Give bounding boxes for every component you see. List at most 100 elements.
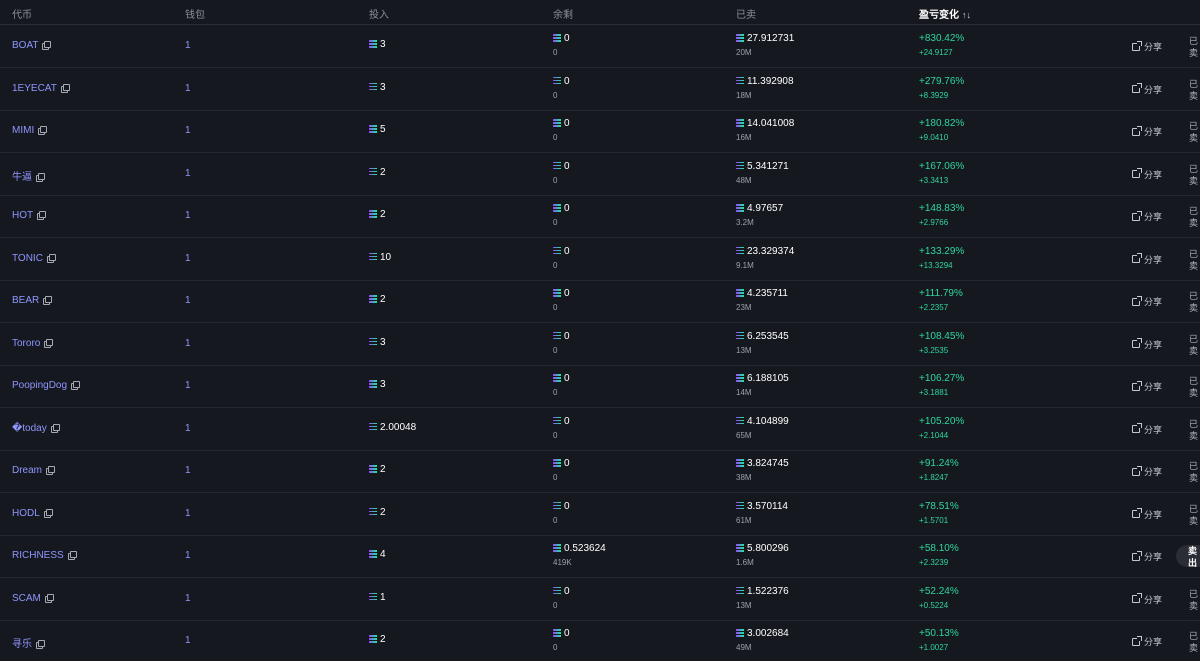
token-name[interactable]: Dream	[12, 465, 42, 476]
table-row[interactable]: BEAR 1 2 0 0 4.235711 23M +111.79% +2.2357 分享 已卖	[0, 280, 1200, 323]
token-link[interactable]: SCAM	[12, 593, 54, 604]
token-link[interactable]: 牛逼	[12, 168, 45, 183]
table-row[interactable]: SCAM 1 1 0 0 1.522376 13M +52.24% +0.5224 分享 已卖	[0, 578, 1200, 621]
table-row[interactable]: HOT 1 2 0 0 4.97657 3.2M +148.83% +2.9766 分享 已卖	[0, 195, 1200, 238]
token-name[interactable]: MIMI	[12, 125, 34, 136]
wallet-count[interactable]: 1	[185, 253, 191, 264]
token-name[interactable]: 牛逼	[12, 172, 32, 183]
share-button[interactable]: 分享	[1132, 550, 1162, 563]
header-remaining[interactable]: 余剩	[553, 6, 573, 21]
copy-icon[interactable]	[46, 253, 56, 263]
copy-icon[interactable]	[71, 381, 81, 390]
header-sold[interactable]: 已卖	[736, 6, 756, 21]
solana-icon	[369, 82, 377, 91]
token-link[interactable]: TONIC	[12, 253, 56, 264]
wallet-count[interactable]: 1	[185, 83, 191, 94]
share-button[interactable]: 分享	[1132, 593, 1162, 606]
share-button[interactable]: 分享	[1132, 40, 1162, 53]
token-link[interactable]: �today	[12, 423, 60, 434]
share-button[interactable]: 分享	[1132, 380, 1162, 393]
share-button[interactable]: 分享	[1132, 465, 1162, 478]
header-wallet[interactable]: 钱包	[185, 6, 205, 21]
share-button[interactable]: 分享	[1132, 423, 1162, 436]
table-row[interactable]: RICHNESS 1 4 0.523624 419K 5.800296 1.6M +58.10…	[0, 535, 1200, 578]
table-row[interactable]: HODL 1 2 0 0 3.570114 61M +78.51% +1.5701 分享 已卖	[0, 493, 1200, 536]
table-row[interactable]: BOAT 1 3 0 0 27.912731 20M +830.42% +24.9127 分享 已卖	[0, 25, 1200, 68]
wallet-count[interactable]: 1	[185, 40, 191, 51]
token-link[interactable]: Dream	[12, 465, 56, 476]
token-link[interactable]: 1EYECAT	[12, 83, 70, 94]
share-button[interactable]: 分享	[1132, 83, 1162, 96]
copy-icon[interactable]	[44, 338, 54, 348]
table-row[interactable]: �today 1 2.00048 0 0 4.104899 65M +105.20% +2.10…	[0, 408, 1200, 451]
share-button[interactable]: 分享	[1132, 338, 1162, 351]
table-row[interactable]: 牛逼 1 2 0 0 5.341271 48M +167.06% +3.3413 分享 已卖	[0, 153, 1200, 196]
copy-icon[interactable]	[67, 551, 77, 560]
share-button[interactable]: 分享	[1132, 635, 1162, 648]
token-link[interactable]: PoopingDog	[12, 380, 81, 391]
copy-icon[interactable]	[36, 172, 45, 182]
token-link[interactable]: HODL	[12, 508, 53, 519]
token-name[interactable]: �today	[12, 423, 47, 434]
copy-icon[interactable]	[37, 211, 47, 220]
token-name[interactable]: TONIC	[12, 253, 43, 264]
table-row[interactable]: 1EYECAT 1 3 0 0 11.392908 18M +279.76% +8.3929 分享…	[0, 68, 1200, 111]
share-button[interactable]: 分享	[1132, 168, 1162, 181]
copy-icon[interactable]	[43, 296, 53, 305]
token-name[interactable]: SCAM	[12, 593, 41, 604]
wallet-count[interactable]: 1	[185, 125, 191, 136]
wallet-count[interactable]: 1	[185, 295, 191, 306]
table-row[interactable]: TONIC 1 10 0 0 23.329374 9.1M +133.29% +13.3294 分…	[0, 238, 1200, 281]
token-name[interactable]: PoopingDog	[12, 380, 67, 391]
wallet-count[interactable]: 1	[185, 593, 191, 604]
token-link[interactable]: BOAT	[12, 40, 52, 51]
table-row[interactable]: Dream 1 2 0 0 3.824745 38M +91.24% +1.8247 分享 已卖	[0, 450, 1200, 493]
token-name[interactable]: Tororo	[12, 338, 40, 349]
wallet-count[interactable]: 1	[185, 508, 191, 519]
copy-icon[interactable]	[44, 593, 54, 603]
wallet-count[interactable]: 1	[185, 635, 191, 646]
token-name[interactable]: 1EYECAT	[12, 83, 57, 94]
table-row[interactable]: MIMI 1 5 0 0 14.041008 16M +180.82% +9.0410 分享 已卖	[0, 110, 1200, 153]
solana-icon	[736, 374, 744, 382]
token-link[interactable]: HOT	[12, 210, 47, 221]
share-button[interactable]: 分享	[1132, 210, 1162, 223]
table-row[interactable]: 寻乐 1 2 0 0 3.002684 49M +50.13% +1.0027 分享 已卖	[0, 620, 1200, 661]
token-link[interactable]: 寻乐	[12, 635, 45, 650]
token-name[interactable]: HOT	[12, 210, 33, 221]
share-button[interactable]: 分享	[1132, 125, 1162, 138]
share-button[interactable]: 分享	[1132, 508, 1162, 521]
token-name[interactable]: RICHNESS	[12, 550, 64, 561]
token-link[interactable]: BEAR	[12, 295, 53, 306]
share-button[interactable]: 分享	[1132, 253, 1162, 266]
token-link[interactable]: Tororo	[12, 338, 54, 349]
table-row[interactable]: Tororo 1 3 0 0 6.253545 13M +108.45% +3.2535 分享 已卖	[0, 323, 1200, 366]
token-name[interactable]: 寻乐	[12, 639, 32, 650]
copy-icon[interactable]	[60, 83, 70, 93]
wallet-count[interactable]: 1	[185, 465, 191, 476]
copy-icon[interactable]	[38, 126, 48, 135]
token-name[interactable]: BEAR	[12, 295, 39, 306]
header-invest[interactable]: 投入	[369, 6, 389, 21]
table-row[interactable]: PoopingDog 1 3 0 0 6.188105 14M +106.27% +3.1881…	[0, 365, 1200, 408]
sort-arrows-icon[interactable]: ↑↓	[962, 10, 971, 20]
header-pnl[interactable]: 盈亏变化 ↑↓	[919, 6, 971, 21]
token-link[interactable]: MIMI	[12, 125, 48, 136]
sell-button[interactable]: 卖出	[1176, 545, 1200, 568]
wallet-count[interactable]: 1	[185, 423, 191, 434]
token-link[interactable]: RICHNESS	[12, 550, 77, 561]
wallet-count[interactable]: 1	[185, 338, 191, 349]
copy-icon[interactable]	[50, 423, 60, 433]
wallet-count[interactable]: 1	[185, 380, 191, 391]
token-name[interactable]: HODL	[12, 508, 40, 519]
copy-icon[interactable]	[43, 508, 53, 518]
wallet-count[interactable]: 1	[185, 210, 191, 221]
share-button[interactable]: 分享	[1132, 295, 1162, 308]
wallet-count[interactable]: 1	[185, 550, 191, 561]
copy-icon[interactable]	[42, 41, 52, 50]
header-token[interactable]: 代币	[12, 6, 32, 21]
copy-icon[interactable]	[36, 640, 45, 649]
token-name[interactable]: BOAT	[12, 40, 38, 51]
copy-icon[interactable]	[46, 466, 56, 475]
wallet-count[interactable]: 1	[185, 168, 191, 179]
